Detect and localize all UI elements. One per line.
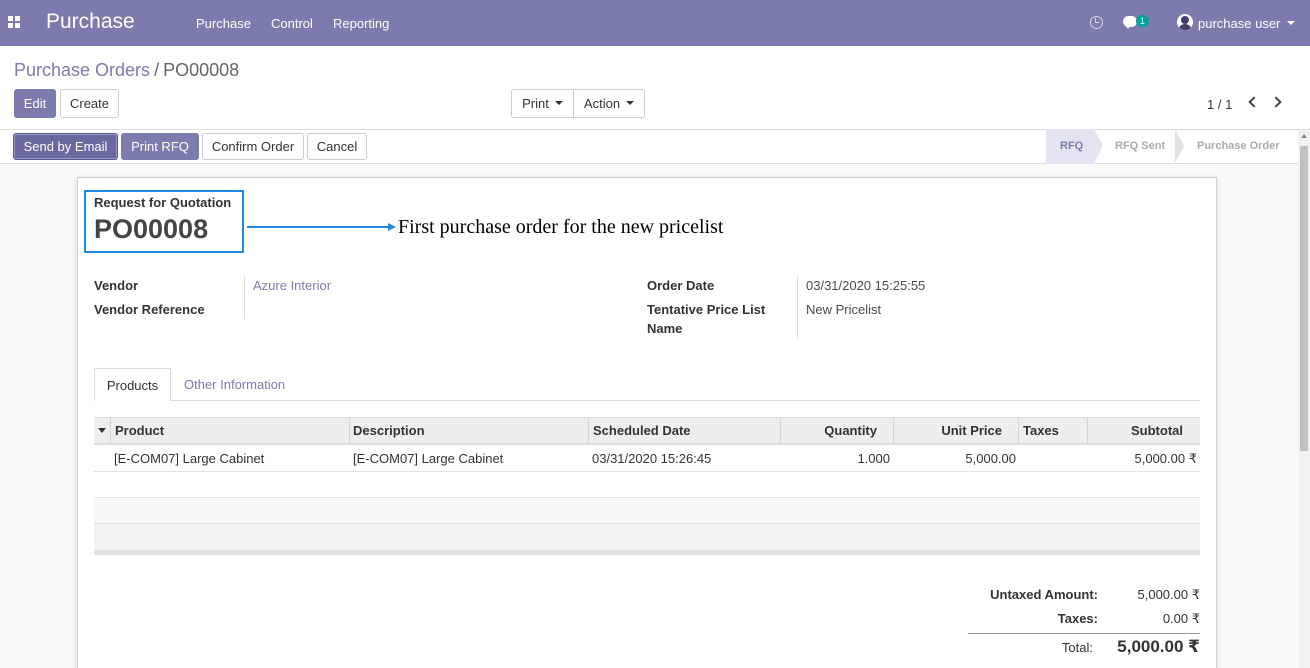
column-description[interactable]: Description <box>353 417 425 445</box>
row-scheduled-date-cell[interactable]: 03/31/2020 15:26:45 <box>592 451 711 466</box>
column-subtotal[interactable]: Subtotal <box>1087 417 1183 445</box>
column-unit-price[interactable]: Unit Price <box>893 417 1002 445</box>
menu-purchase[interactable]: Purchase <box>196 16 251 31</box>
create-button[interactable]: Create <box>60 89 119 118</box>
column-separator <box>349 418 350 444</box>
print-label: Print <box>522 96 549 111</box>
vendor-reference-label: Vendor Reference <box>94 302 205 317</box>
send-by-email-button[interactable]: Send by Email <box>13 133 118 160</box>
cancel-button[interactable]: Cancel <box>307 133 367 160</box>
untaxed-amount-value: 5,000.00 ₹ <box>1137 587 1201 602</box>
row-unit-price-cell[interactable]: 5,000.00 <box>893 451 1016 466</box>
print-rfq-button[interactable]: Print RFQ <box>121 133 199 160</box>
action-caret-icon <box>626 100 635 105</box>
action-label: Action <box>583 96 621 111</box>
untaxed-amount-label: Untaxed Amount: <box>990 587 1098 602</box>
pager-value[interactable]: 1 / 1 <box>1207 97 1232 112</box>
user-menu-caret-icon[interactable] <box>1287 21 1295 25</box>
row-product-cell[interactable]: [E-COM07] Large Cabinet <box>114 451 264 466</box>
tab-products[interactable]: Products <box>94 368 171 401</box>
column-quantity[interactable]: Quantity <box>780 417 877 445</box>
total-value: 5,000.00 ₹ <box>1117 637 1200 656</box>
apps-menu-icon[interactable] <box>8 16 20 28</box>
row-subtotal-cell: 5,000.00 ₹ <box>1134 451 1198 466</box>
menu-reporting[interactable]: Reporting <box>333 16 389 31</box>
column-product[interactable]: Product <box>115 417 164 445</box>
order-date-field[interactable]: 03/31/2020 15:25:55 <box>806 278 925 293</box>
column-taxes[interactable]: Taxes <box>1023 417 1059 445</box>
sort-caret-icon[interactable] <box>98 428 106 433</box>
stage-rfq-arrow <box>1094 129 1103 163</box>
top-navbar: Purchase Purchase Control Reporting 1 pu… <box>0 0 1310 46</box>
annotation-arrow-line <box>247 226 389 228</box>
annotation-text: First purchase order for the new priceli… <box>398 216 724 238</box>
table-footer <box>94 524 1200 555</box>
document-name-title: PO00008 <box>94 214 209 244</box>
document-type-label: Request for Quotation <box>94 195 232 210</box>
column-separator <box>110 418 111 444</box>
field-divider-left <box>244 276 245 319</box>
vendor-field[interactable]: Azure Interior <box>253 278 331 293</box>
totals-divider <box>968 633 1200 634</box>
action-dropdown-button[interactable]: Action <box>573 89 645 118</box>
print-caret-icon <box>554 100 563 105</box>
column-separator <box>588 418 589 444</box>
tab-other-information[interactable]: Other Information <box>172 368 297 401</box>
breadcrumb-current: PO00008 <box>163 60 240 80</box>
pager-previous-icon[interactable] <box>1248 96 1260 108</box>
column-scheduled-date[interactable]: Scheduled Date <box>593 417 691 445</box>
print-dropdown-button[interactable]: Print <box>511 89 574 118</box>
activities-clock-icon[interactable] <box>1090 16 1103 29</box>
pricelist-label-line2: Name <box>647 321 683 336</box>
menu-control[interactable]: Control <box>271 16 313 31</box>
pricelist-label-line1: Tentative Price List <box>647 302 766 317</box>
empty-table-row <box>94 472 1200 498</box>
confirm-order-button[interactable]: Confirm Order <box>202 133 304 160</box>
row-quantity-cell[interactable]: 1.000 <box>780 451 890 466</box>
stage-rfq-sent[interactable]: RFQ Sent <box>1115 129 1175 164</box>
chat-count-badge: 1 <box>1136 15 1150 27</box>
scroll-up-icon[interactable] <box>1301 134 1307 138</box>
user-menu-name[interactable]: purchase user <box>1198 16 1280 31</box>
edit-button[interactable]: Edit <box>14 89 56 118</box>
field-divider-right <box>797 276 798 338</box>
stage-divider-arrow <box>1175 129 1184 163</box>
user-avatar-icon[interactable] <box>1177 14 1193 30</box>
vendor-label: Vendor <box>94 278 139 293</box>
order-date-label: Order Date <box>647 278 715 293</box>
taxes-value: 0.00 ₹ <box>1162 611 1200 626</box>
messaging-chat-icon[interactable] <box>1123 16 1137 29</box>
breadcrumb-parent-link[interactable]: Purchase Orders <box>14 60 150 80</box>
empty-table-row <box>94 498 1200 524</box>
annotation-arrow-icon <box>388 223 396 231</box>
column-separator <box>1018 418 1019 444</box>
stage-rfq[interactable]: RFQ <box>1046 129 1094 164</box>
taxes-label: Taxes: <box>1057 611 1098 626</box>
breadcrumb: Purchase Orders / PO00008 <box>14 60 239 81</box>
pager-next-icon[interactable] <box>1270 96 1282 108</box>
pricelist-field[interactable]: New Pricelist <box>806 302 881 317</box>
breadcrumb-separator: / <box>154 60 160 80</box>
app-brand[interactable]: Purchase <box>46 10 135 34</box>
stage-purchase-order[interactable]: Purchase Order <box>1197 129 1297 164</box>
scrollbar-thumb[interactable] <box>1300 146 1308 451</box>
row-description-cell[interactable]: [E-COM07] Large Cabinet <box>353 451 503 466</box>
vertical-scrollbar[interactable] <box>1298 130 1310 668</box>
